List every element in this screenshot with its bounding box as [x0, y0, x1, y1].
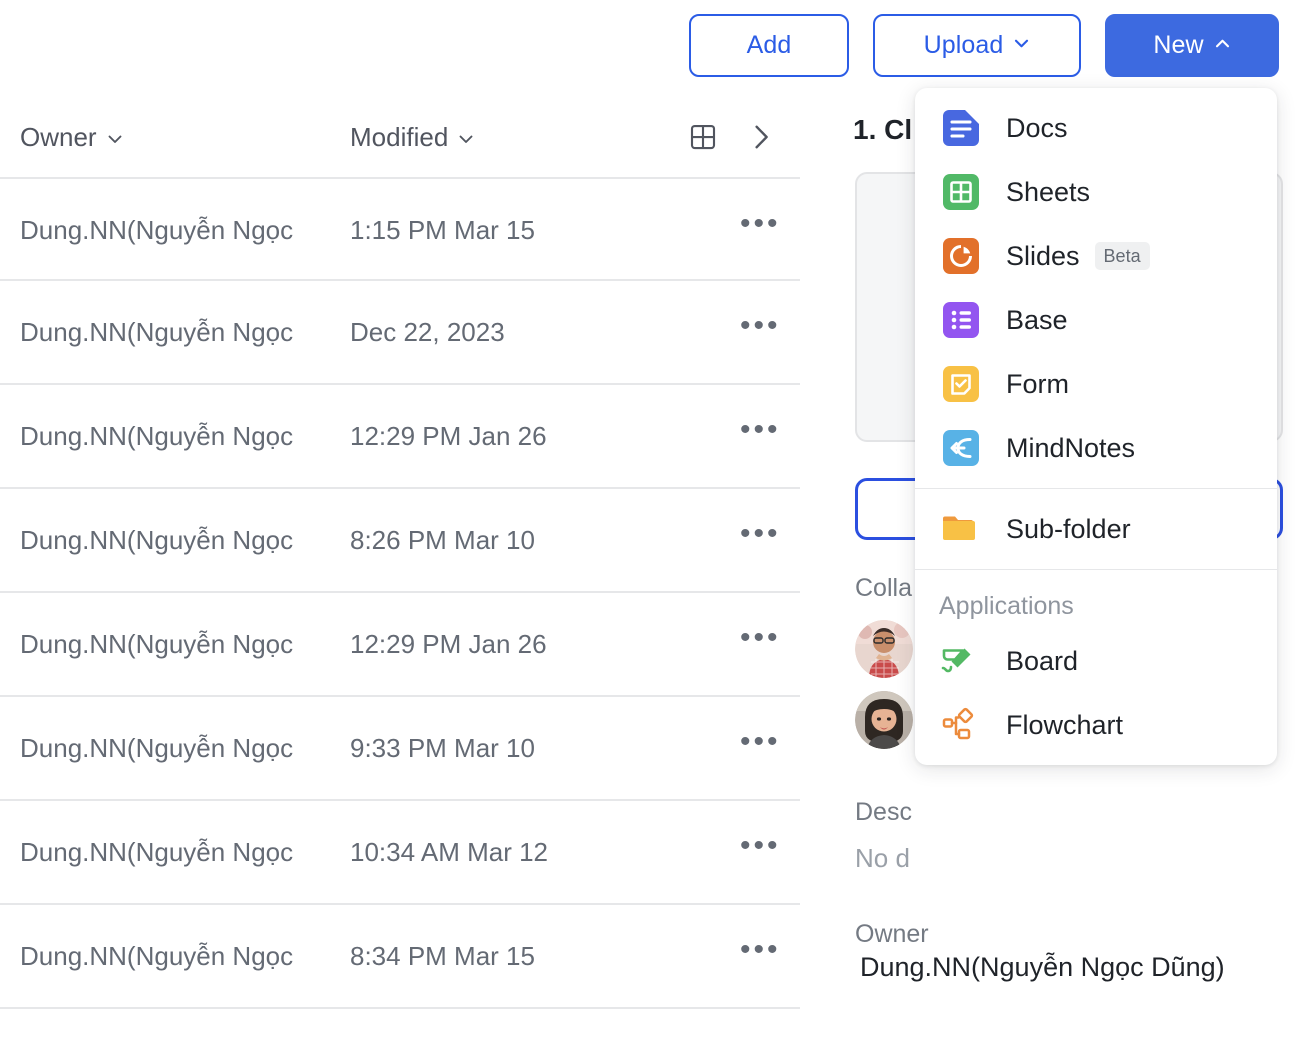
cell-owner: Dung.NN(Nguyễn Ngọc: [20, 837, 294, 867]
new-menu-applications-section: Applications Board Flowchart: [915, 570, 1277, 765]
menu-item-label: MindNotes: [1006, 432, 1136, 463]
avatar[interactable]: [855, 691, 913, 749]
menu-item-label: Form: [1006, 368, 1069, 399]
cell-owner: Dung.NN(Nguyễn Ngọc: [20, 629, 294, 659]
grid-view-icon[interactable]: [688, 122, 718, 152]
chevron-down-icon: [457, 130, 475, 148]
description-label: Desc: [855, 798, 912, 826]
file-list-rows: Dung.NN(Nguyễn Ngọc 1:15 PM Mar 15 ••• Dung…: [0, 177, 800, 1009]
column-header-owner-label: Owner: [20, 121, 97, 152]
menu-item-label: Sub-folder: [1006, 513, 1131, 544]
new-button-label: New: [1153, 31, 1204, 59]
row-more-actions-icon[interactable]: •••: [740, 935, 780, 965]
cell-modified: 1:15 PM Mar 15: [350, 215, 535, 245]
flowchart-icon: [939, 705, 979, 745]
folder-icon: [939, 507, 983, 551]
table-row[interactable]: Dung.NN(Nguyễn Ngọc 8:26 PM Mar 10 •••: [0, 489, 800, 593]
table-row[interactable]: Dung.NN(Nguyễn Ngọc Dec 22, 2023 •••: [0, 281, 800, 385]
cell-owner: Dung.NN(Nguyễn Ngọc: [20, 317, 294, 347]
table-row[interactable]: Dung.NN(Nguyễn Ngọc 1:15 PM Mar 15 •••: [0, 177, 800, 281]
add-button-label: Add: [746, 31, 792, 59]
cell-owner: Dung.NN(Nguyễn Ngọc: [20, 733, 294, 763]
cell-modified: 10:34 AM Mar 12: [350, 837, 548, 867]
upload-button-label: Upload: [923, 31, 1004, 59]
menu-item-label: Sheets: [1006, 176, 1091, 207]
detail-title: 1. Cl: [853, 114, 913, 145]
beta-badge: Beta: [1094, 242, 1150, 270]
avatar[interactable]: [855, 620, 913, 678]
row-more-actions-icon[interactable]: •••: [740, 831, 780, 861]
menu-item-slides[interactable]: Slides Beta: [915, 224, 1277, 288]
cell-modified: 8:26 PM Mar 10: [350, 525, 535, 555]
menu-item-form[interactable]: Form: [915, 352, 1277, 416]
new-menu-folder-section: Sub-folder: [915, 489, 1277, 569]
upload-button[interactable]: Upload: [873, 14, 1081, 77]
menu-item-label: Flowchart: [1006, 709, 1124, 740]
cell-owner: Dung.NN(Nguyễn Ngọc: [20, 215, 294, 245]
cell-modified: Dec 22, 2023: [350, 317, 505, 347]
slides-icon: [939, 234, 983, 278]
sheets-icon: [939, 170, 983, 214]
chevron-up-icon: [1214, 35, 1231, 52]
owner-value: Dung.NN(Nguyễn Ngọc Dũng): [860, 952, 1225, 982]
add-button[interactable]: Add: [689, 14, 849, 77]
menu-item-mindnotes[interactable]: MindNotes: [915, 416, 1277, 480]
menu-item-docs[interactable]: Docs: [915, 96, 1277, 160]
row-more-actions-icon[interactable]: •••: [740, 311, 780, 341]
cell-owner: Dung.NN(Nguyễn Ngọc: [20, 421, 294, 451]
menu-item-label: Docs: [1006, 112, 1068, 143]
cell-owner: Dung.NN(Nguyễn Ngọc: [20, 525, 294, 555]
chevron-down-icon: [106, 130, 124, 148]
base-icon: [939, 298, 983, 342]
new-button[interactable]: New: [1105, 14, 1279, 77]
table-row[interactable]: Dung.NN(Nguyễn Ngọc 12:29 PM Jan 26 •••: [0, 593, 800, 697]
file-list-pane: Owner Modified Dung.NN(Nguyễn Ngọc 1:15 …: [0, 0, 800, 1054]
row-more-actions-icon[interactable]: •••: [740, 415, 780, 445]
applications-items: Board Flowchart: [915, 629, 1277, 757]
chevron-down-icon: [1013, 35, 1030, 52]
table-row[interactable]: Dung.NN(Nguyễn Ngọc 9:33 PM Mar 10 •••: [0, 697, 800, 801]
mindnotes-icon: [939, 426, 983, 470]
cell-modified: 12:29 PM Jan 26: [350, 629, 547, 659]
column-header-owner[interactable]: Owner: [20, 122, 124, 153]
file-list-header: Owner Modified: [0, 108, 800, 166]
column-header-modified[interactable]: Modified: [350, 122, 475, 153]
description-value: No d: [855, 843, 910, 873]
applications-group-title: Applications: [939, 592, 1074, 620]
menu-item-base[interactable]: Base: [915, 288, 1277, 352]
collaborators-label: Colla: [855, 574, 912, 602]
table-row[interactable]: Dung.NN(Nguyễn Ngọc 10:34 AM Mar 12 •••: [0, 801, 800, 905]
owner-label: Owner: [855, 920, 929, 948]
menu-item-sheets[interactable]: Sheets: [915, 160, 1277, 224]
chevron-right-icon[interactable]: [746, 122, 776, 152]
menu-item-label: Board: [1006, 645, 1079, 676]
cell-modified: 12:29 PM Jan 26: [350, 421, 547, 451]
menu-item-sub-folder[interactable]: Sub-folder: [915, 497, 1277, 561]
board-icon: [939, 641, 979, 681]
column-header-modified-label: Modified: [350, 121, 449, 152]
table-row[interactable]: Dung.NN(Nguyễn Ngọc 12:29 PM Jan 26 •••: [0, 385, 800, 489]
toolbar: Add Upload New: [689, 14, 1279, 77]
menu-item-label: Base: [1006, 304, 1068, 335]
menu-item-label: Slides: [1006, 240, 1080, 271]
collaborators-avatar-list: [855, 620, 913, 762]
docs-icon: [939, 106, 983, 150]
cell-owner: Dung.NN(Nguyễn Ngọc: [20, 941, 294, 971]
cell-modified: 9:33 PM Mar 10: [350, 733, 535, 763]
menu-item-flowchart[interactable]: Flowchart: [915, 693, 1277, 757]
new-menu-documents-section: Docs Sheets Slides Beta Base Form MindNotes: [915, 88, 1277, 488]
row-more-actions-icon[interactable]: •••: [740, 727, 780, 757]
menu-item-board[interactable]: Board: [915, 629, 1277, 693]
row-more-actions-icon[interactable]: •••: [740, 623, 780, 653]
row-more-actions-icon[interactable]: •••: [740, 209, 780, 239]
file-list-header-actions: [688, 122, 776, 152]
cell-modified: 8:34 PM Mar 15: [350, 941, 535, 971]
row-more-actions-icon[interactable]: •••: [740, 519, 780, 549]
table-row[interactable]: Dung.NN(Nguyễn Ngọc 8:34 PM Mar 15 •••: [0, 905, 800, 1009]
new-dropdown-menu: Docs Sheets Slides Beta Base Form MindNotes Su…: [915, 88, 1277, 765]
form-icon: [939, 362, 983, 406]
